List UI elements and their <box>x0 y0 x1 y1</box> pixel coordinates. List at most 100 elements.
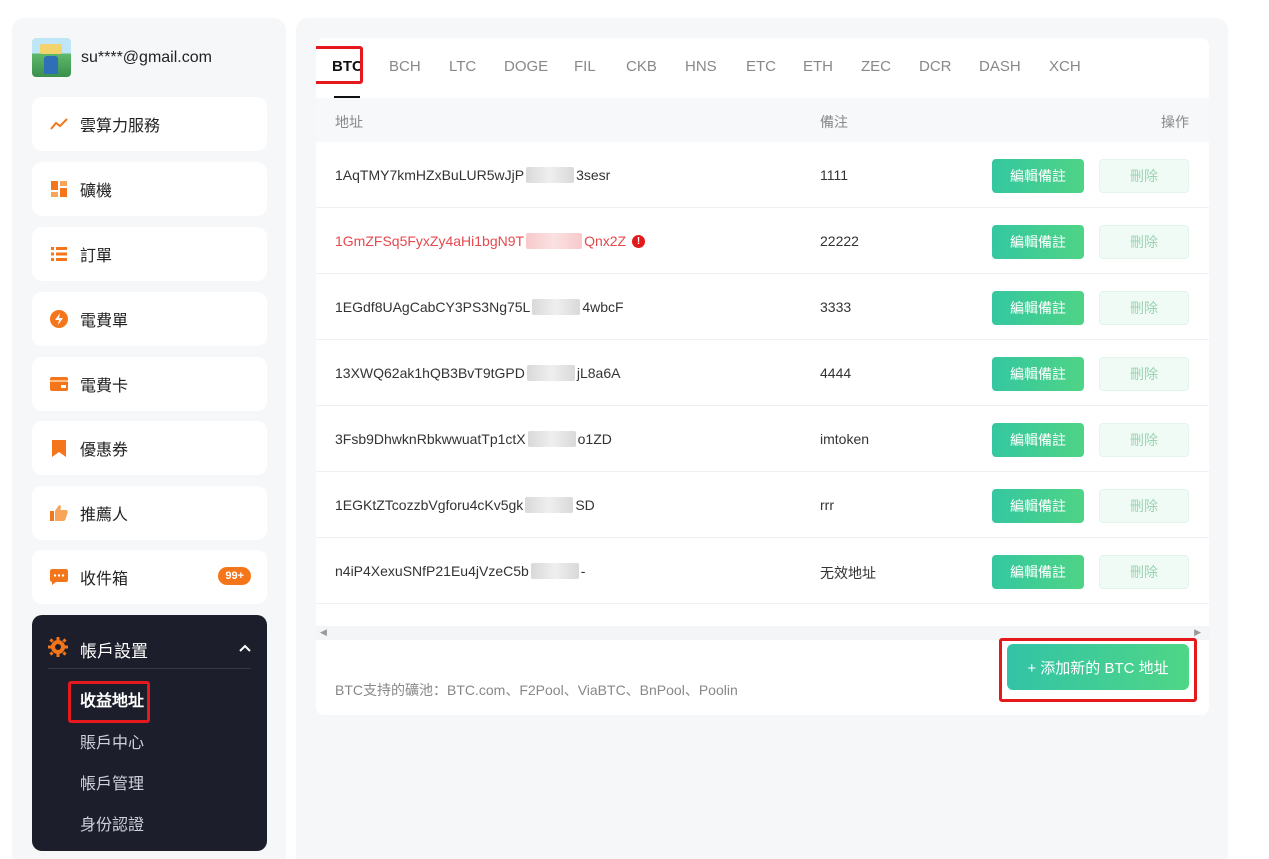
scroll-right-icon[interactable]: ▶ <box>1194 627 1201 638</box>
tab-xch[interactable]: XCH <box>1049 58 1081 75</box>
bolt-icon <box>50 310 68 328</box>
tab-dash[interactable]: DASH <box>979 58 1021 75</box>
chevron-up-icon <box>239 639 251 655</box>
sidebar-item-referrer[interactable]: 推薦人 <box>32 486 267 540</box>
address-card: BTC BCH LTC DOGE FIL CKB HNS ETC ETH ZEC… <box>316 38 1209 715</box>
list-icon <box>50 245 68 263</box>
note-cell: 4444 <box>820 365 852 381</box>
redacted-block <box>527 431 576 447</box>
main-panel: BTC BCH LTC DOGE FIL CKB HNS ETC ETH ZEC… <box>296 18 1228 859</box>
edit-note-button[interactable]: 編輯備註 <box>992 159 1084 193</box>
sidebar-subitem-account-management[interactable]: 帳戶管理 <box>80 770 144 794</box>
delete-button[interactable]: 刪除 <box>1099 423 1189 457</box>
user-email: su****@gmail.com <box>81 48 212 66</box>
sidebar-item-cloud-hashrate[interactable]: 雲算力服務 <box>32 97 267 151</box>
sidebar-item-orders[interactable]: 訂單 <box>32 227 267 281</box>
redacted-block <box>526 167 575 183</box>
sidebar-item-label: 推薦人 <box>80 507 129 524</box>
redacted-block <box>532 299 581 315</box>
highlight-box <box>999 638 1197 702</box>
edit-note-button[interactable]: 編輯備註 <box>992 357 1084 391</box>
account-settings-menu: 帳戶設置 收益地址 賬戶中心 帳戶管理 身份認證 <box>32 615 267 851</box>
sidebar-item-label: 礦機 <box>80 183 113 200</box>
warning-icon: ! <box>632 234 646 248</box>
tab-etc[interactable]: ETC <box>746 58 776 75</box>
account-settings-label: 帳戶設置 <box>80 642 148 661</box>
edit-note-button[interactable]: 編輯備註 <box>992 225 1084 259</box>
sidebar-item-coupons[interactable]: 優惠券 <box>32 421 267 475</box>
note-cell: 3333 <box>820 299 852 315</box>
sidebar-item-label: 雲算力服務 <box>80 118 161 135</box>
redacted-block <box>526 233 583 249</box>
table-row: 1AqTMY7kmHZxBuLUR5wJjP 3sesr 1111 編輯備註 刪除 <box>316 142 1209 208</box>
delete-button[interactable]: 刪除 <box>1099 225 1189 259</box>
sidebar-item-electricity-bill[interactable]: 電費單 <box>32 292 267 346</box>
message-icon <box>50 568 68 586</box>
table-row: 1GmZFSq5FyxZy4aHi1bgN9T Qnx2Z! 22222 編輯備註… <box>316 208 1209 274</box>
highlight-box <box>316 46 363 84</box>
account-settings-toggle[interactable]: 帳戶設置 <box>48 631 251 669</box>
sidebar-item-inbox[interactable]: 收件箱 99+ <box>32 550 267 604</box>
note-cell: 无效地址 <box>820 565 876 581</box>
address-cell: n4iP4XexuSNfP21Eu4jVzeC5b - <box>335 563 586 579</box>
sidebar-subitem-identity-verification[interactable]: 身份認證 <box>80 811 144 835</box>
sidebar-item-label: 收件箱 <box>80 571 129 588</box>
column-header-address: 地址 <box>335 114 363 130</box>
delete-button[interactable]: 刪除 <box>1099 291 1189 325</box>
delete-button[interactable]: 刪除 <box>1099 555 1189 589</box>
highlight-box <box>68 681 150 723</box>
note-cell: rrr <box>820 497 834 513</box>
tab-ltc[interactable]: LTC <box>449 58 476 75</box>
redacted-block <box>526 365 575 381</box>
sidebar-subitem-account-center[interactable]: 賬戶中心 <box>80 729 144 753</box>
tab-zec[interactable]: ZEC <box>861 58 891 75</box>
unread-count-badge: 99+ <box>218 567 251 585</box>
avatar <box>32 38 71 77</box>
table-row: 13XWQ62ak1hQB3BvT9tGPD jL8a6A 4444 編輯備註 刪… <box>316 340 1209 406</box>
column-header-actions: 操作 <box>1161 114 1189 130</box>
redacted-block <box>530 563 579 579</box>
tab-fil[interactable]: FIL <box>574 58 596 75</box>
edit-note-button[interactable]: 編輯備註 <box>992 489 1084 523</box>
user-profile[interactable]: su****@gmail.com <box>32 38 212 77</box>
tab-ckb[interactable]: CKB <box>626 58 657 75</box>
trend-up-icon <box>50 115 68 133</box>
supported-pools-note: BTC支持的礦池：BTC.com、F2Pool、ViaBTC、BnPool、Po… <box>335 682 738 698</box>
tab-dcr[interactable]: DCR <box>919 58 952 75</box>
sidebar: su****@gmail.com 雲算力服務 礦機 訂單 電費單 電費卡 優惠券… <box>12 18 286 859</box>
delete-button[interactable]: 刪除 <box>1099 357 1189 391</box>
sidebar-item-miners[interactable]: 礦機 <box>32 162 267 216</box>
table-row: 3Fsb9DhwknRbkwwuatTp1ctX o1ZD imtoken 編輯備… <box>316 406 1209 472</box>
thumbs-up-icon <box>50 504 68 522</box>
tab-bch[interactable]: BCH <box>389 58 421 75</box>
sidebar-item-label: 電費單 <box>80 313 129 330</box>
sidebar-item-label: 優惠券 <box>80 442 129 459</box>
table-header: 地址 備注 操作 <box>316 98 1209 142</box>
address-cell: 1EGdf8UAgCabCY3PS3Ng75L 4wbcF <box>335 299 624 315</box>
tab-hns[interactable]: HNS <box>685 58 717 75</box>
delete-button[interactable]: 刪除 <box>1099 159 1189 193</box>
edit-note-button[interactable]: 編輯備註 <box>992 423 1084 457</box>
redacted-block <box>525 497 574 513</box>
table-row: 1EGdf8UAgCabCY3PS3Ng75L 4wbcF 3333 編輯備註 刪… <box>316 274 1209 340</box>
address-cell: 1GmZFSq5FyxZy4aHi1bgN9T Qnx2Z! <box>335 233 646 249</box>
sidebar-item-electricity-card[interactable]: 電費卡 <box>32 357 267 411</box>
tab-eth[interactable]: ETH <box>803 58 833 75</box>
scroll-left-icon[interactable]: ◀ <box>320 627 327 638</box>
address-cell: 13XWQ62ak1hQB3BvT9tGPD jL8a6A <box>335 365 621 381</box>
sidebar-item-label: 電費卡 <box>80 378 129 395</box>
grid-icon <box>50 180 68 198</box>
note-cell: 22222 <box>820 233 859 249</box>
table-row: n4iP4XexuSNfP21Eu4jVzeC5b - 无效地址 編輯備註 刪除 <box>316 538 1209 604</box>
tab-doge[interactable]: DOGE <box>504 58 548 75</box>
note-cell: imtoken <box>820 431 870 447</box>
edit-note-button[interactable]: 編輯備註 <box>992 555 1084 589</box>
sidebar-item-label: 訂單 <box>80 248 113 265</box>
table-row: 1EGKtZTcozzbVgforu4cKv5gk SD rrr 編輯備註 刪除 <box>316 472 1209 538</box>
delete-button[interactable]: 刪除 <box>1099 489 1189 523</box>
gear-icon <box>48 637 68 662</box>
edit-note-button[interactable]: 編輯備註 <box>992 291 1084 325</box>
address-cell: 3Fsb9DhwknRbkwwuatTp1ctX o1ZD <box>335 431 612 447</box>
coin-tabs: BTC BCH LTC DOGE FIL CKB HNS ETC ETH ZEC… <box>316 38 1209 98</box>
address-cell: 1EGKtZTcozzbVgforu4cKv5gk SD <box>335 497 595 513</box>
